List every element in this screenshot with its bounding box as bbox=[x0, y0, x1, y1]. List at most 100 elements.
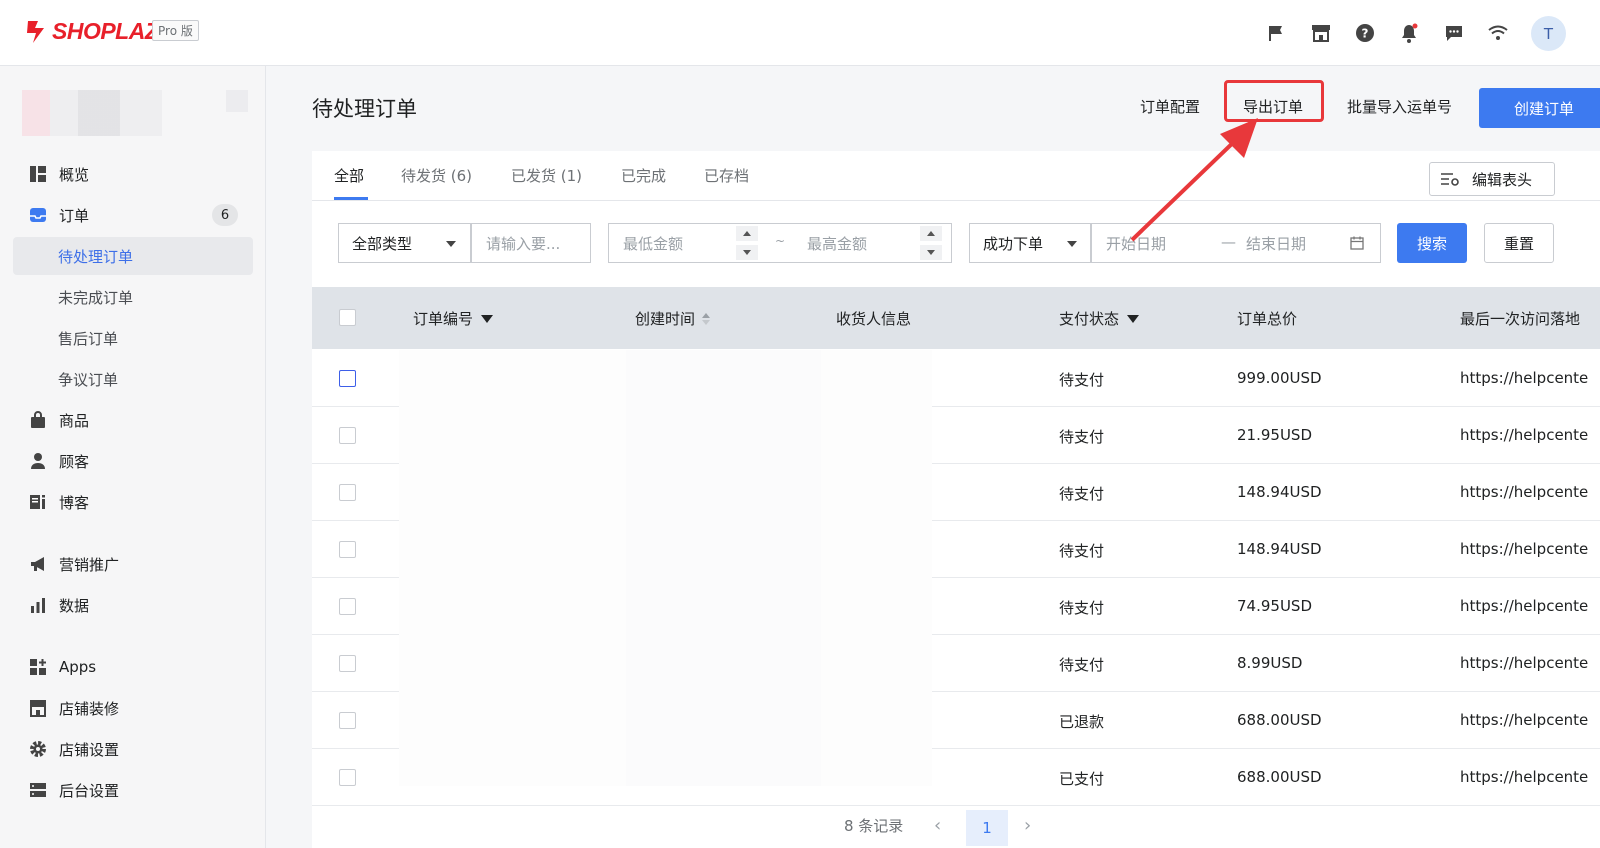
payment-status: 待支付 bbox=[1059, 428, 1105, 446]
order-type-value: 全部类型 bbox=[352, 234, 413, 253]
select-all-checkbox[interactable] bbox=[339, 309, 356, 326]
recipient-blurred bbox=[821, 350, 932, 786]
order-total: 148.94USD bbox=[1237, 540, 1322, 558]
prev-page-icon[interactable]: ‹ bbox=[934, 815, 941, 836]
time-type-value: 成功下单 bbox=[983, 234, 1044, 253]
sidebar-item-label: 顾客 bbox=[59, 452, 90, 471]
tab-archived[interactable]: 已存档 bbox=[704, 165, 749, 186]
store-switch-blurred[interactable] bbox=[226, 90, 248, 112]
avatar[interactable]: T bbox=[1531, 16, 1566, 51]
payment-status: 已退款 bbox=[1059, 713, 1105, 731]
last-landing-url[interactable]: https://helpcente bbox=[1460, 426, 1588, 444]
top-bar: SHOPLAZZA Pro 版 ? T bbox=[0, 0, 1600, 66]
sidebar-item-label: 后台设置 bbox=[59, 781, 120, 800]
keyword-input[interactable]: 请输入要... bbox=[471, 223, 591, 263]
wifi-icon[interactable] bbox=[1486, 21, 1510, 45]
sidebar-item-incomplete-orders[interactable]: 未完成订单 bbox=[0, 278, 266, 316]
store-icon[interactable] bbox=[1309, 21, 1333, 45]
order-type-select[interactable]: 全部类型 bbox=[338, 223, 471, 263]
page-title: 待处理订单 bbox=[312, 97, 417, 121]
table-header: 订单编号 创建时间 收货人信息 支付状态 订单总价 最后一次访问落地 bbox=[312, 287, 1600, 349]
column-label: 创建时间 bbox=[635, 310, 696, 328]
sidebar-item-products[interactable]: 商品 bbox=[0, 401, 266, 439]
sidebar-item-aftersale-orders[interactable]: 售后订单 bbox=[0, 319, 266, 357]
sidebar-item-store-settings[interactable]: 店铺设置 bbox=[0, 730, 266, 768]
last-landing-url[interactable]: https://helpcente bbox=[1460, 597, 1588, 615]
filter-down-icon[interactable] bbox=[1127, 314, 1140, 323]
row-checkbox[interactable] bbox=[339, 655, 356, 672]
decrement-icon[interactable] bbox=[920, 245, 942, 260]
orders-card: 全部 待发货 (6) 已发货 (1) 已完成 已存档 编辑表头 全部类型 请输入… bbox=[312, 151, 1600, 848]
min-amount-stepper[interactable] bbox=[736, 226, 758, 260]
order-number-blurred bbox=[399, 350, 626, 786]
max-amount-input[interactable]: 最高金额 bbox=[807, 233, 867, 254]
increment-icon[interactable] bbox=[736, 226, 758, 241]
sidebar-item-blog[interactable]: 博客 bbox=[0, 483, 266, 521]
chat-icon[interactable] bbox=[1442, 21, 1466, 45]
inbox-icon bbox=[28, 205, 48, 225]
payment-status: 已支付 bbox=[1059, 770, 1105, 788]
bulk-import-tracking-button[interactable]: 批量导入运单号 bbox=[1347, 96, 1452, 117]
last-landing-url[interactable]: https://helpcente bbox=[1460, 711, 1588, 729]
row-checkbox[interactable] bbox=[339, 769, 356, 786]
sort-icon[interactable] bbox=[701, 312, 711, 326]
row-checkbox[interactable] bbox=[339, 712, 356, 729]
column-payment-status[interactable]: 支付状态 bbox=[1059, 308, 1140, 329]
store-name-blurred[interactable] bbox=[22, 90, 162, 136]
order-total: 8.99USD bbox=[1237, 654, 1303, 672]
sidebar-item-pending-orders[interactable]: 待处理订单 bbox=[13, 237, 253, 275]
edition-badge: Pro 版 bbox=[152, 20, 199, 41]
min-amount-input[interactable]: 最低金额 bbox=[623, 233, 683, 254]
max-amount-stepper[interactable] bbox=[920, 226, 942, 260]
next-page-icon[interactable]: › bbox=[1024, 815, 1031, 836]
gear-icon bbox=[28, 739, 48, 759]
tab-all[interactable]: 全部 bbox=[334, 165, 364, 186]
page-button[interactable]: 1 bbox=[966, 810, 1008, 846]
help-icon[interactable]: ? bbox=[1353, 21, 1377, 45]
payment-status: 待支付 bbox=[1059, 542, 1105, 560]
row-checkbox[interactable] bbox=[339, 484, 356, 501]
sidebar-item-store-design[interactable]: 店铺装修 bbox=[0, 689, 266, 727]
sidebar-item-label: Apps bbox=[59, 658, 97, 676]
sidebar-item-overview[interactable]: 概览 bbox=[0, 155, 266, 193]
last-landing-url[interactable]: https://helpcente bbox=[1460, 483, 1588, 501]
row-checkbox[interactable] bbox=[339, 370, 356, 387]
reset-button[interactable]: 重置 bbox=[1484, 223, 1554, 263]
create-order-button[interactable]: 创建订单 bbox=[1479, 88, 1600, 128]
time-type-select[interactable]: 成功下单 bbox=[969, 223, 1091, 263]
sidebar-item-apps[interactable]: Apps bbox=[0, 648, 266, 686]
row-checkbox[interactable] bbox=[339, 541, 356, 558]
sidebar: 概览 订单 6 待处理订单 未完成订单 售后订单 争议订单 商品 顾客 博客 营… bbox=[0, 66, 266, 848]
tab-shipped[interactable]: 已发货 (1) bbox=[511, 165, 582, 186]
last-landing-url[interactable]: https://helpcente bbox=[1460, 654, 1588, 672]
edit-columns-button[interactable]: 编辑表头 bbox=[1429, 162, 1555, 196]
bell-icon[interactable] bbox=[1397, 21, 1421, 45]
sidebar-item-customers[interactable]: 顾客 bbox=[0, 442, 266, 480]
column-order-number[interactable]: 订单编号 bbox=[413, 308, 494, 329]
sidebar-item-marketing[interactable]: 营销推广 bbox=[0, 545, 266, 583]
tab-completed[interactable]: 已完成 bbox=[621, 165, 666, 186]
sidebar-item-admin-settings[interactable]: 后台设置 bbox=[0, 771, 266, 809]
flag-icon[interactable] bbox=[1264, 21, 1288, 45]
last-landing-url[interactable]: https://helpcente bbox=[1460, 540, 1588, 558]
last-landing-url[interactable]: https://helpcente bbox=[1460, 768, 1588, 786]
column-last-landing: 最后一次访问落地 bbox=[1460, 310, 1581, 328]
record-count: 8 条记录 bbox=[844, 817, 904, 835]
search-button[interactable]: 搜索 bbox=[1397, 223, 1467, 263]
sidebar-item-dispute-orders[interactable]: 争议订单 bbox=[0, 360, 266, 398]
sidebar-item-orders[interactable]: 订单 6 bbox=[0, 196, 266, 234]
column-order-total: 订单总价 bbox=[1237, 310, 1298, 328]
last-landing-url[interactable]: https://helpcente bbox=[1460, 369, 1588, 387]
column-created-time[interactable]: 创建时间 bbox=[635, 308, 711, 329]
sort-down-icon[interactable] bbox=[481, 314, 494, 323]
tab-to-ship[interactable]: 待发货 (6) bbox=[401, 165, 472, 186]
decrement-icon[interactable] bbox=[736, 245, 758, 260]
row-checkbox[interactable] bbox=[339, 427, 356, 444]
sidebar-item-analytics[interactable]: 数据 bbox=[0, 586, 266, 624]
annotation-arrow-icon bbox=[1130, 118, 1258, 242]
order-total: 148.94USD bbox=[1237, 483, 1322, 501]
row-checkbox[interactable] bbox=[339, 598, 356, 615]
megaphone-icon bbox=[28, 554, 48, 574]
sidebar-item-label: 营销推广 bbox=[59, 555, 120, 574]
increment-icon[interactable] bbox=[920, 226, 942, 241]
